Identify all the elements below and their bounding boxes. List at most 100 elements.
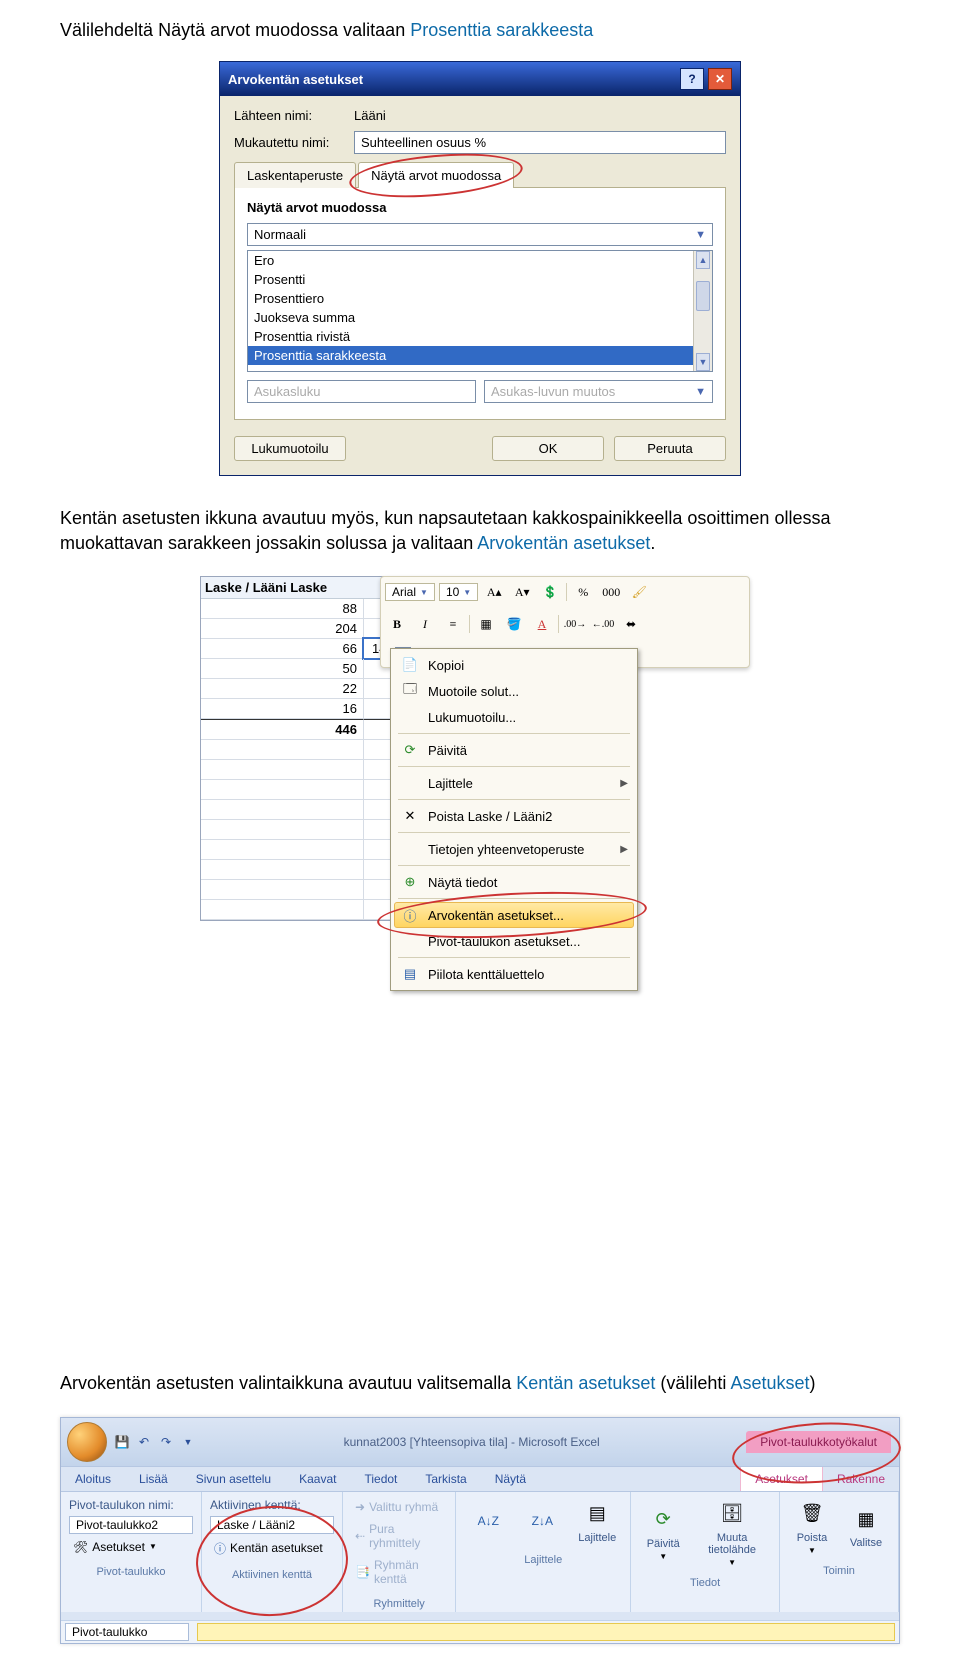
border-icon[interactable]: ▦ (474, 613, 498, 635)
group-sort: A↓Z Z↓A ▤Lajittele Lajittele (456, 1492, 631, 1612)
list-item[interactable]: Prosentti (248, 270, 712, 289)
disabled-combo-2: Asukas-luvun muutos ▼ (484, 380, 713, 403)
list-item[interactable]: Prosenttiero (248, 289, 712, 308)
link-text: Arvokentän asetukset (477, 533, 650, 553)
ctx-format-cells[interactable]: 🗔Muotoile solut... (394, 678, 634, 704)
undo-icon[interactable]: ↶ (135, 1433, 153, 1451)
clear-icon: 🗑 (794, 1498, 830, 1530)
name-box[interactable]: Pivot-taulukko (65, 1623, 189, 1641)
list-item[interactable]: Ero (248, 251, 712, 270)
group-field-icon: 📑 (355, 1565, 370, 1579)
increase-decimal-icon[interactable]: .00→ (563, 613, 587, 635)
italic-icon[interactable]: I (413, 613, 437, 635)
formula-bar-row: Pivot-taulukko (61, 1620, 899, 1643)
section-title: Näytä arvot muodossa (247, 200, 713, 215)
list-item[interactable]: Prosenttia rivistä (248, 327, 712, 346)
scrollbar[interactable]: ▲ ▼ (693, 251, 712, 371)
list-item[interactable]: Juokseva summa (248, 308, 712, 327)
change-source-button[interactable]: 🗄Muuta tietolähde▼ (693, 1498, 771, 1567)
separator (398, 799, 630, 800)
pivot-cell[interactable]: 204 (201, 619, 364, 638)
pivot-total[interactable]: 446 (201, 719, 364, 739)
intro-text: Välilehdeltä Näytä arvot muodossa valita… (60, 20, 410, 40)
link-text: Asetukset (730, 1373, 809, 1393)
ctx-value-field-settings[interactable]: ⓘ Arvokentän asetukset... (394, 902, 634, 928)
ctx-summarize-by[interactable]: Tietojen yhteenvetoperuste▶ (394, 836, 634, 862)
pivot-cell[interactable]: 50 (201, 659, 364, 678)
redo-icon[interactable]: ↷ (157, 1433, 175, 1451)
font-combo[interactable]: Arial▼ (385, 583, 435, 601)
ctx-refresh[interactable]: ⟳Päivitä (394, 737, 634, 763)
tab-formulas[interactable]: Kaavat (285, 1467, 350, 1491)
window-title: kunnat2003 [Yhteensopiva tila] - Microso… (197, 1435, 746, 1449)
shrink-font-icon[interactable]: A▾ (510, 581, 534, 603)
ctx-remove[interactable]: ✕Poista Laske / Lääni2 (394, 803, 634, 829)
tab-review[interactable]: Tarkista (411, 1467, 480, 1491)
select-button[interactable]: ▦Valitse (842, 1503, 890, 1549)
cancel-button[interactable]: Peruuta (614, 436, 726, 461)
format-painter-icon[interactable]: 🖌 (627, 581, 651, 603)
currency-icon[interactable]: 💲 (538, 581, 562, 603)
separator (398, 766, 630, 767)
list-item-selected[interactable]: Prosenttia sarakkeesta (248, 346, 712, 365)
gear-icon: 🛠 (73, 1540, 88, 1554)
ctx-number-format[interactable]: Lukumuotoilu... (394, 704, 634, 730)
pivot-cell[interactable]: 22 (201, 679, 364, 698)
percent-icon[interactable]: % (571, 581, 595, 603)
sort-az-button[interactable]: A↓Z (464, 1505, 512, 1537)
close-button[interactable]: ✕ (708, 68, 732, 90)
value-field-settings-dialog: Arvokentän asetukset ? ✕ Lähteen nimi: L… (219, 61, 741, 476)
show-values-combo[interactable]: Normaali ▼ (247, 223, 713, 246)
pivot-name-input[interactable]: Pivot-taulukko2 (69, 1516, 193, 1534)
decrease-decimal-icon[interactable]: ←.00 (591, 613, 615, 635)
pivot-cell[interactable]: 66 (201, 639, 364, 658)
size-combo[interactable]: 10▼ (439, 583, 478, 601)
intro-link: Prosenttia sarakkeesta (410, 20, 593, 40)
custom-name-label: Mukautettu nimi: (234, 135, 354, 150)
pivot-options-button[interactable]: 🛠Asetukset▼ (69, 1538, 193, 1556)
show-values-listbox[interactable]: Ero Prosentti Prosenttiero Juokseva summ… (247, 250, 713, 372)
align-center-icon[interactable]: ≡ (441, 613, 465, 635)
fill-color-icon[interactable]: 🪣 (502, 613, 526, 635)
tab-view[interactable]: Näytä (481, 1467, 540, 1491)
font-color-icon[interactable]: A (530, 613, 554, 635)
tab-page-layout[interactable]: Sivun asettelu (182, 1467, 285, 1491)
tab-calculation-basis[interactable]: Laskentaperuste (234, 162, 356, 188)
tab-insert[interactable]: Lisää (125, 1467, 182, 1491)
office-button[interactable] (67, 1422, 107, 1462)
merge-icon[interactable]: ⬌ (619, 613, 643, 635)
refresh-button[interactable]: ⟳Päivitä▼ (639, 1504, 687, 1561)
sort-icon: ▤ (579, 1498, 615, 1530)
custom-name-input[interactable]: Suhteellinen osuus % (354, 131, 726, 154)
tab-data[interactable]: Tiedot (350, 1467, 411, 1491)
source-name-value: Lääni (354, 108, 386, 123)
select-icon: ▦ (848, 1503, 884, 1535)
help-button[interactable]: ? (680, 68, 704, 90)
pivot-cell[interactable]: 16 (201, 699, 364, 718)
scroll-down-icon[interactable]: ▼ (696, 353, 710, 371)
tab-show-values-as[interactable]: Näytä arvot muodossa (358, 162, 514, 188)
link-text: Kentän asetukset (516, 1373, 655, 1393)
ctx-copy[interactable]: 📄Kopioi (394, 652, 634, 678)
scroll-thumb[interactable] (696, 281, 710, 311)
ungroup-icon: ⇠ (355, 1529, 365, 1543)
group-selection-button: ➜Valittu ryhmä (351, 1498, 447, 1516)
thousands-icon[interactable]: 000 (599, 581, 623, 603)
qat-dropdown-icon[interactable]: ▼ (179, 1433, 197, 1451)
save-icon[interactable]: 💾 (113, 1433, 131, 1451)
number-format-button[interactable]: Lukumuotoilu (234, 436, 346, 461)
pivot-cell[interactable]: 88 (201, 599, 364, 618)
clear-button[interactable]: 🗑Poista▼ (788, 1498, 836, 1555)
grow-font-icon[interactable]: A▴ (482, 581, 506, 603)
ctx-hide-field-list[interactable]: ▤Piilota kenttäluettelo (394, 961, 634, 987)
ok-button[interactable]: OK (492, 436, 604, 461)
separator (469, 615, 470, 633)
formula-bar-highlight (197, 1623, 895, 1641)
bold-icon[interactable]: B (385, 613, 409, 635)
sort-button[interactable]: ▤Lajittele (572, 1498, 622, 1544)
tab-home[interactable]: Aloitus (61, 1467, 125, 1491)
ctx-show-details[interactable]: ⊕Näytä tiedot (394, 869, 634, 895)
ctx-sort[interactable]: Lajittele▶ (394, 770, 634, 796)
scroll-up-icon[interactable]: ▲ (696, 251, 710, 269)
sort-za-button[interactable]: Z↓A (518, 1505, 566, 1537)
